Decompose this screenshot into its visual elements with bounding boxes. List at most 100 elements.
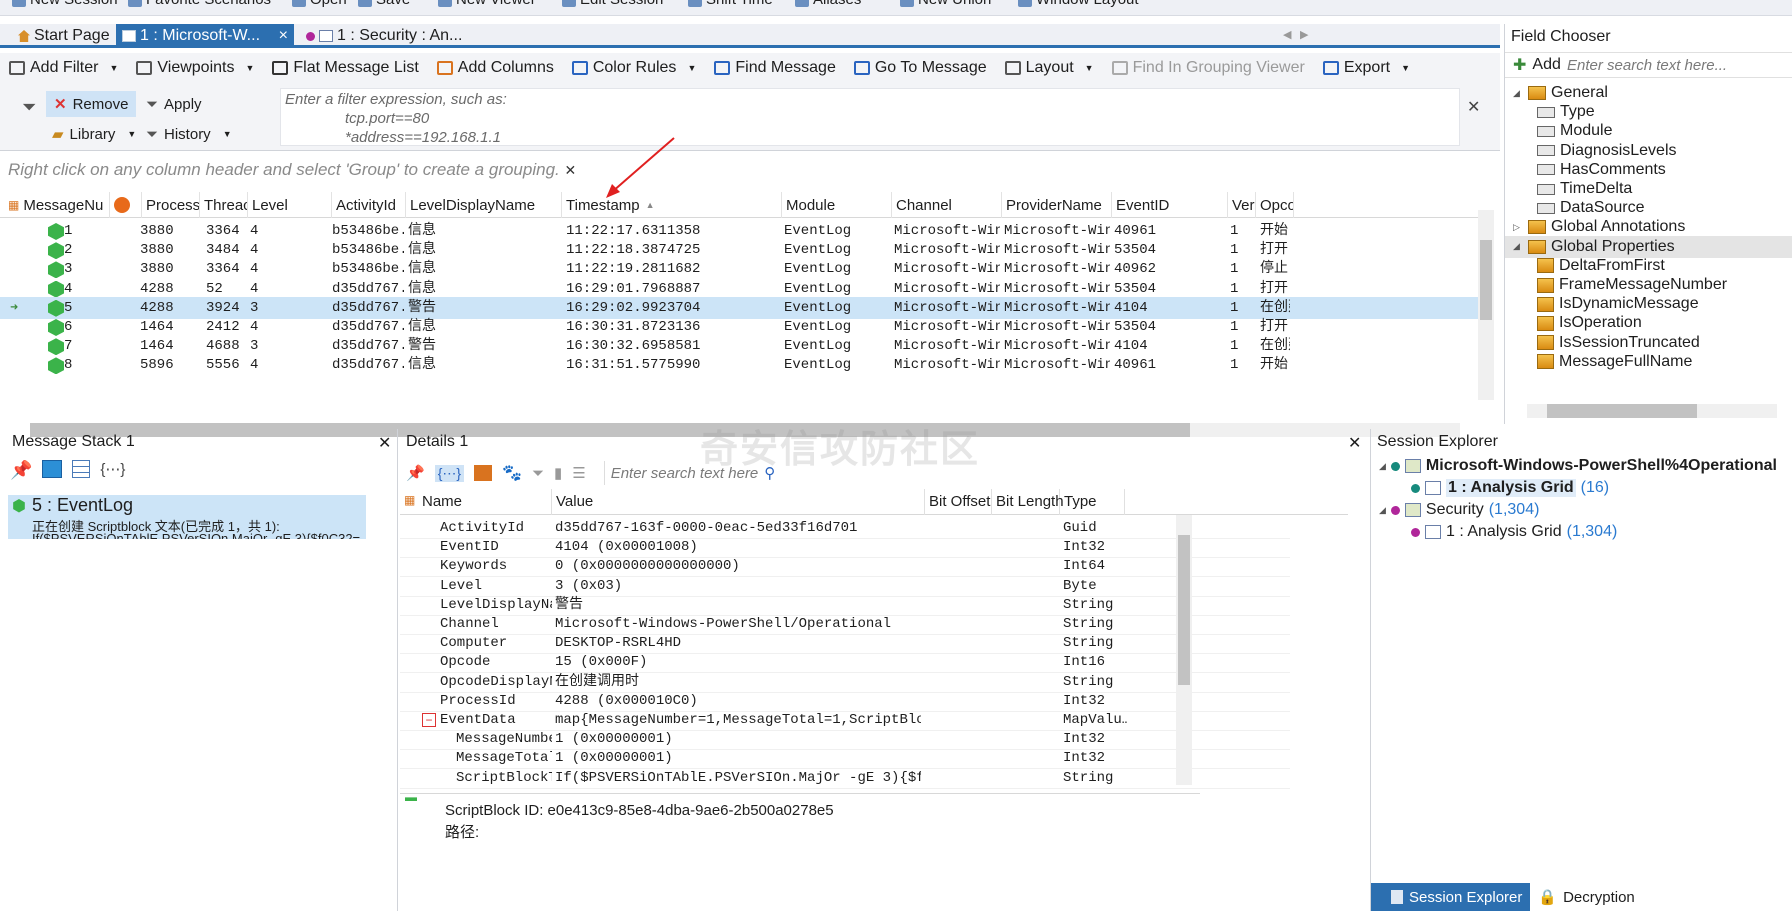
toolbar-layout[interactable]: Layout ▼ bbox=[996, 53, 1103, 83]
field-label: Type bbox=[1560, 103, 1595, 121]
toolbar-find-message[interactable]: Find Message bbox=[705, 53, 845, 83]
tab-session-explorer[interactable]: Session Explorer bbox=[1371, 883, 1531, 911]
details-row[interactable]: ScriptBlockIde0e413c9-85e8-4dba-9ae6-2b5… bbox=[400, 786, 1290, 790]
filter-icon[interactable]: ⏷ bbox=[532, 465, 544, 482]
session-tree-item[interactable]: ◢ Security (1,304) bbox=[1379, 499, 1539, 521]
filter-hint-line: Enter a filter expression, such as: bbox=[285, 91, 507, 108]
column-header[interactable]: ▦ MessageNu bbox=[0, 192, 110, 218]
toolbar-flat-message-list[interactable]: Flat Message List bbox=[263, 53, 427, 83]
column-header[interactable]: Level bbox=[248, 192, 332, 218]
close-icon[interactable]: ✕ bbox=[378, 433, 391, 453]
topbar-item[interactable]: Edit Session bbox=[562, 0, 663, 8]
grid-vertical-scrollbar[interactable] bbox=[1478, 210, 1494, 400]
expander-icon[interactable]: ▷ bbox=[1513, 222, 1523, 233]
collapse-icon[interactable]: − bbox=[422, 713, 436, 727]
field-label: DiagnosisLevels bbox=[1560, 141, 1677, 159]
column-header[interactable]: ProviderName bbox=[1002, 192, 1112, 218]
tab-scroll-right-icon[interactable]: ▶ bbox=[1300, 28, 1308, 41]
close-icon[interactable]: × bbox=[279, 27, 288, 45]
topbar-item[interactable]: New Viewer bbox=[438, 0, 536, 8]
close-filter-icon[interactable]: ✕ bbox=[1467, 97, 1480, 117]
toolbar-color-rules[interactable]: Color Rules ▼ bbox=[563, 53, 706, 83]
grid-view-icon[interactable] bbox=[42, 460, 63, 478]
property-icon bbox=[1537, 277, 1554, 293]
details-search-input[interactable]: Enter search text here ⚲ bbox=[603, 461, 794, 485]
expander-icon[interactable]: ◢ bbox=[1379, 461, 1386, 472]
filter-expression-input[interactable]: Enter a filter expression, such as: tcp.… bbox=[280, 88, 1460, 146]
table-row[interactable]: 8 5896 5556 4 d35dd767...信息 16:31:51.5775990 E… bbox=[0, 354, 1480, 376]
tab-security[interactable]: 1 : Security : An... bbox=[300, 24, 468, 48]
topbar-item[interactable]: New Session bbox=[12, 0, 118, 8]
pin-icon[interactable]: 📌 bbox=[406, 464, 425, 482]
toolbar-label: Layout bbox=[1025, 59, 1074, 76]
session-tree-item[interactable]: ◢ Microsoft-Windows-PowerShell%4Operation… bbox=[1379, 455, 1782, 477]
braces-icon[interactable]: {⋯} bbox=[434, 464, 465, 482]
column-header[interactable]: Bit Length bbox=[992, 489, 1064, 515]
table-icon[interactable] bbox=[72, 460, 91, 478]
toolbar-export[interactable]: Export ▼ bbox=[1314, 53, 1419, 83]
history-dropdown[interactable]: ⏷ History ▼ bbox=[146, 121, 232, 147]
grouping-hint-bar[interactable]: Right click on any column header and sel… bbox=[8, 157, 1488, 183]
topbar-item[interactable]: Window Layout bbox=[1018, 0, 1139, 8]
message-grid: ▦MessageNu ProcessIdThreacLevel ActivityId… bbox=[0, 192, 1480, 420]
details-vertical-scrollbar[interactable] bbox=[1176, 515, 1192, 785]
message-stack-item[interactable]: ⬢ 5 : EventLog 正在创建 Scriptblock 文本(已完成 1… bbox=[8, 495, 366, 539]
session-tree-item[interactable]: 1 : Analysis Grid (1,304) bbox=[1411, 521, 1617, 543]
column-header[interactable]: Timestamp ▲ bbox=[562, 192, 782, 218]
topbar-item[interactable]: Favorite Scenarios bbox=[128, 0, 271, 8]
column-header[interactable]: Value bbox=[552, 489, 925, 515]
column-header[interactable]: Type bbox=[1060, 489, 1125, 515]
topbar-item[interactable]: Save bbox=[358, 0, 410, 8]
tab-start-page[interactable]: Start Page bbox=[12, 24, 116, 48]
toolbar-viewpoints[interactable]: Viewpoints ▼ bbox=[127, 53, 263, 83]
library-dropdown[interactable]: ▰ Library ▼ bbox=[52, 121, 136, 147]
toolbar-go-to-message[interactable]: Go To Message bbox=[845, 53, 996, 83]
column-header[interactable]: LevelDisplayName bbox=[406, 192, 562, 218]
table-icon[interactable] bbox=[474, 465, 493, 481]
column-header[interactable]: Threac bbox=[200, 192, 248, 218]
column-header[interactable]: Bit Offset bbox=[925, 489, 992, 515]
toolbar-find-in-grouping-viewer[interactable]: Find In Grouping Viewer bbox=[1103, 53, 1314, 83]
tab-decryption[interactable]: 🔒 Decryption bbox=[1530, 883, 1642, 911]
toolbar-label: Export bbox=[1343, 59, 1391, 76]
column-header[interactable]: Module bbox=[782, 192, 892, 218]
add-field-button[interactable]: ✚ Add bbox=[1505, 55, 1563, 75]
column-header[interactable]: EventID bbox=[1112, 192, 1228, 218]
column-header[interactable]: ProcessId bbox=[142, 192, 200, 218]
remove-filter-button[interactable]: ✕ Remove bbox=[46, 91, 136, 117]
status-dot-icon bbox=[1390, 461, 1400, 471]
field-chooser-hscrollbar[interactable] bbox=[1527, 404, 1777, 418]
expander-icon[interactable]: ◢ bbox=[1379, 505, 1386, 516]
column-header[interactable]: ActivityId bbox=[332, 192, 406, 218]
braces-icon[interactable]: {⋯} bbox=[100, 460, 125, 481]
session-tree-item[interactable]: 1 : Analysis Grid (16) bbox=[1411, 477, 1609, 499]
pin-icon[interactable]: 📌 bbox=[10, 460, 32, 481]
topbar-item[interactable]: Aliases bbox=[795, 0, 861, 8]
column-header[interactable] bbox=[110, 192, 142, 218]
column-header[interactable]: Channel bbox=[892, 192, 1002, 218]
paw-icon[interactable]: 🐾 bbox=[502, 463, 522, 483]
toolbar-add-filter[interactable]: Add Filter ▼ bbox=[0, 53, 127, 83]
grid-header: ▦MessageNu ProcessIdThreacLevel ActivityId… bbox=[0, 192, 1480, 218]
tree-icon[interactable]: ☰ bbox=[572, 464, 585, 482]
topbar-item[interactable]: New Union bbox=[900, 0, 991, 8]
expander-icon[interactable]: ◢ bbox=[1513, 88, 1523, 99]
close-icon[interactable]: ✕ bbox=[565, 162, 577, 178]
table-cell: 16:31:51.5775990 bbox=[566, 357, 701, 374]
column-header[interactable]: Name bbox=[400, 489, 552, 515]
expander-icon[interactable]: ◢ bbox=[1513, 241, 1523, 252]
field-search-input[interactable]: Enter search text here... bbox=[1563, 57, 1727, 74]
column-header[interactable]: Opcoc bbox=[1256, 192, 1294, 218]
close-icon[interactable]: ✕ bbox=[1348, 433, 1361, 453]
field-type: String bbox=[1063, 786, 1127, 790]
topbar-item[interactable]: Open bbox=[292, 0, 347, 8]
field-tree-item[interactable]: MessageFullName bbox=[1505, 351, 1792, 373]
apply-filter-button[interactable]: ⏷ Apply bbox=[146, 91, 202, 117]
tab-scroll-left-icon[interactable]: ◀ bbox=[1283, 28, 1291, 41]
topbar-item[interactable]: Shift Time bbox=[688, 0, 773, 8]
tab-microsoft-windows[interactable]: 1 : Microsoft-W... × bbox=[116, 24, 294, 48]
toolbar-add-columns[interactable]: Add Columns bbox=[428, 53, 563, 83]
bookmark-icon[interactable]: ▮ bbox=[554, 464, 562, 482]
column-header[interactable]: Vers bbox=[1228, 192, 1256, 218]
chevron-down-icon: ▼ bbox=[1084, 63, 1094, 73]
